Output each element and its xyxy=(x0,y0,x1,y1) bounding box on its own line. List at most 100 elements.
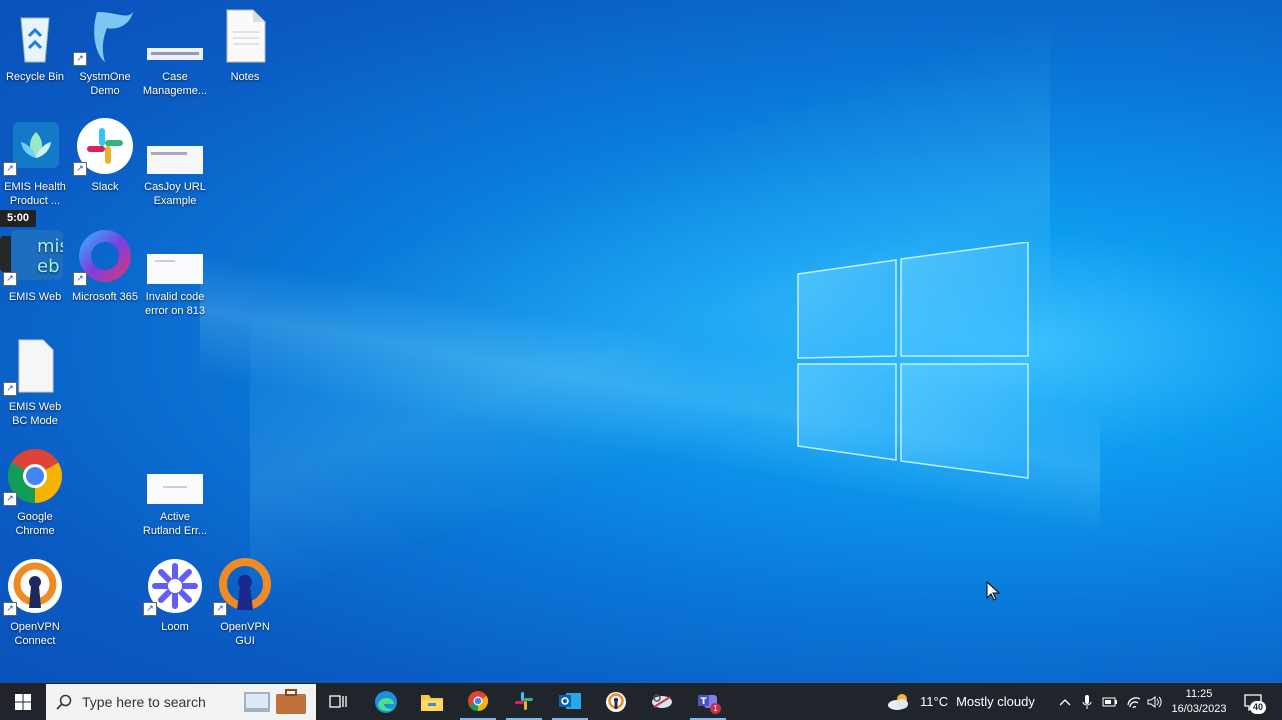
taskbar-outlook[interactable] xyxy=(552,683,588,720)
icon-label: Loom xyxy=(161,621,189,633)
weather-condition: Mostly cloudy xyxy=(956,694,1035,709)
loom-icon: ↗ xyxy=(143,558,203,616)
shortcut-arrow-icon: ↗ xyxy=(73,52,87,66)
document-thumbnail-icon xyxy=(147,448,203,504)
desktop-icon-openvpn-gui[interactable]: ↗ OpenVPN GUI xyxy=(210,558,280,648)
document-thumbnail-icon xyxy=(147,118,203,174)
taskbar-slack[interactable] xyxy=(506,683,542,720)
svg-text:eb: eb xyxy=(37,256,60,277)
systmone-icon: ↗ xyxy=(73,8,133,66)
icon-label: OpenVPN GUI xyxy=(220,621,270,647)
chrome-icon: ↗ xyxy=(3,448,63,506)
svg-text:T: T xyxy=(701,697,708,707)
desktop-icon-microsoft-365[interactable]: ↗ Microsoft 365 xyxy=(70,228,140,304)
taskbar-snipping-tool[interactable] xyxy=(644,683,680,720)
desktop-icon-notes[interactable]: Notes xyxy=(210,8,280,84)
windows-start-icon xyxy=(15,693,31,710)
recording-timer: 5:00 xyxy=(0,210,36,227)
taskbar-task-view[interactable] xyxy=(322,683,354,720)
start-button[interactable] xyxy=(0,683,46,720)
battery-icon xyxy=(1102,697,1117,706)
task-view-icon xyxy=(329,694,347,708)
slack-icon xyxy=(515,691,533,710)
shortcut-arrow-icon: ↗ xyxy=(3,492,17,506)
icon-label: Recycle Bin xyxy=(5,71,65,83)
taskbar-chrome[interactable] xyxy=(460,683,496,720)
document-thumbnail-icon xyxy=(147,228,203,284)
icon-label: EMIS Health Product ... xyxy=(4,181,66,207)
shortcut-arrow-icon: ↗ xyxy=(3,602,17,616)
icon-label: Google Chrome xyxy=(15,511,55,537)
desktop-icon-google-chrome[interactable]: ↗ Google Chrome xyxy=(0,448,70,538)
emis-health-icon: ↗ xyxy=(3,118,63,176)
icon-label: OpenVPN Connect xyxy=(10,621,60,647)
snipping-tool-icon xyxy=(652,693,672,708)
chrome-icon xyxy=(468,690,489,711)
outlook-icon xyxy=(559,692,581,709)
desktop-icon-active-rutland[interactable]: Active Rutland Err... xyxy=(140,448,210,538)
desktop-icon-case-management[interactable]: Case Manageme... xyxy=(140,8,210,98)
wifi-icon xyxy=(1127,696,1141,708)
text-file-icon xyxy=(217,8,273,64)
icon-label: CasJoy URL Example xyxy=(144,181,206,207)
microsoft-365-icon: ↗ xyxy=(73,228,133,286)
icon-label: EMIS Web BC Mode xyxy=(8,401,62,427)
microphone-icon xyxy=(1082,694,1092,709)
notification-count-badge: 40 xyxy=(1250,701,1266,714)
desktop-icon-slack[interactable]: ↗ Slack xyxy=(70,118,140,194)
clock-time: 11:25 xyxy=(1185,687,1213,700)
icon-label: Invalid code error on 813 xyxy=(145,291,205,317)
weather-widget[interactable]: 11°C Mostly cloudy xyxy=(886,683,1044,720)
windows-logo-wallpaper xyxy=(797,242,1029,479)
taskbar-clock[interactable]: 11:25 16/03/2023 xyxy=(1168,683,1230,720)
recycle-bin-icon xyxy=(7,8,63,64)
show-hidden-icons-button[interactable] xyxy=(1056,683,1074,720)
battery-tray[interactable] xyxy=(1100,683,1120,720)
icon-label: Case Manageme... xyxy=(142,71,208,97)
taskbar-teams[interactable]: T 1 xyxy=(690,683,726,720)
icon-label: Slack xyxy=(91,181,119,193)
search-highlight-icon xyxy=(244,689,306,714)
desktop-icon-openvpn-connect[interactable]: ↗ OpenVPN Connect xyxy=(0,558,70,648)
cloudy-weather-icon xyxy=(888,693,908,710)
notification-center-button[interactable]: 40 xyxy=(1236,683,1270,720)
shortcut-arrow-icon: ↗ xyxy=(73,272,87,286)
shortcut-arrow-icon: ↗ xyxy=(213,602,227,616)
desktop-icon-casjoy[interactable]: CasJoy URL Example xyxy=(140,118,210,208)
svg-text:mis: mis xyxy=(37,236,63,257)
icon-label: SystmOne Demo xyxy=(79,71,131,97)
microphone-tray[interactable] xyxy=(1078,683,1096,720)
document-thumbnail-icon xyxy=(147,8,203,64)
weather-temp: 11°C xyxy=(920,694,949,709)
icon-label: Active Rutland Err... xyxy=(142,511,208,537)
openvpn-gui-icon: ↗ xyxy=(213,558,273,616)
icon-label: Microsoft 365 xyxy=(71,291,139,303)
search-icon xyxy=(56,694,72,710)
blank-file-icon: ↗ xyxy=(3,338,63,396)
speaker-icon xyxy=(1147,695,1162,708)
chevron-up-icon xyxy=(1059,698,1071,705)
shortcut-arrow-icon: ↗ xyxy=(3,272,17,286)
folder-icon xyxy=(421,694,443,711)
teams-badge: 1 xyxy=(710,703,721,714)
shortcut-arrow-icon: ↗ xyxy=(3,162,17,176)
volume-tray[interactable] xyxy=(1145,683,1165,720)
taskbar-file-explorer[interactable] xyxy=(414,683,450,720)
desktop-icon-loom[interactable]: ↗ Loom xyxy=(140,558,210,634)
openvpn-icon: ↗ xyxy=(3,558,63,616)
edge-icon xyxy=(375,690,397,713)
desktop-icon-recycle-bin[interactable]: Recycle Bin xyxy=(0,8,70,84)
taskbar-openvpn[interactable] xyxy=(598,683,634,720)
desktop-icon-emis-health[interactable]: ↗ EMIS Health Product ... xyxy=(0,118,70,208)
taskbar-edge[interactable] xyxy=(368,683,404,720)
desktop-icon-emis-web[interactable]: miseb ↗ EMIS Web xyxy=(0,228,70,304)
clock-date: 16/03/2023 xyxy=(1171,702,1227,715)
slack-icon: ↗ xyxy=(73,118,133,176)
desktop-icon-emis-web-bc[interactable]: ↗ EMIS Web BC Mode xyxy=(0,338,70,428)
desktop-icon-systmone[interactable]: ↗ SystmOne Demo xyxy=(70,8,140,98)
taskbar-search-box[interactable]: Type here to search xyxy=(46,684,316,720)
desktop-icon-invalid-code[interactable]: Invalid code error on 813 xyxy=(140,228,210,318)
wifi-tray[interactable] xyxy=(1124,683,1144,720)
shortcut-arrow-icon: ↗ xyxy=(3,382,17,396)
shortcut-arrow-icon: ↗ xyxy=(73,162,87,176)
